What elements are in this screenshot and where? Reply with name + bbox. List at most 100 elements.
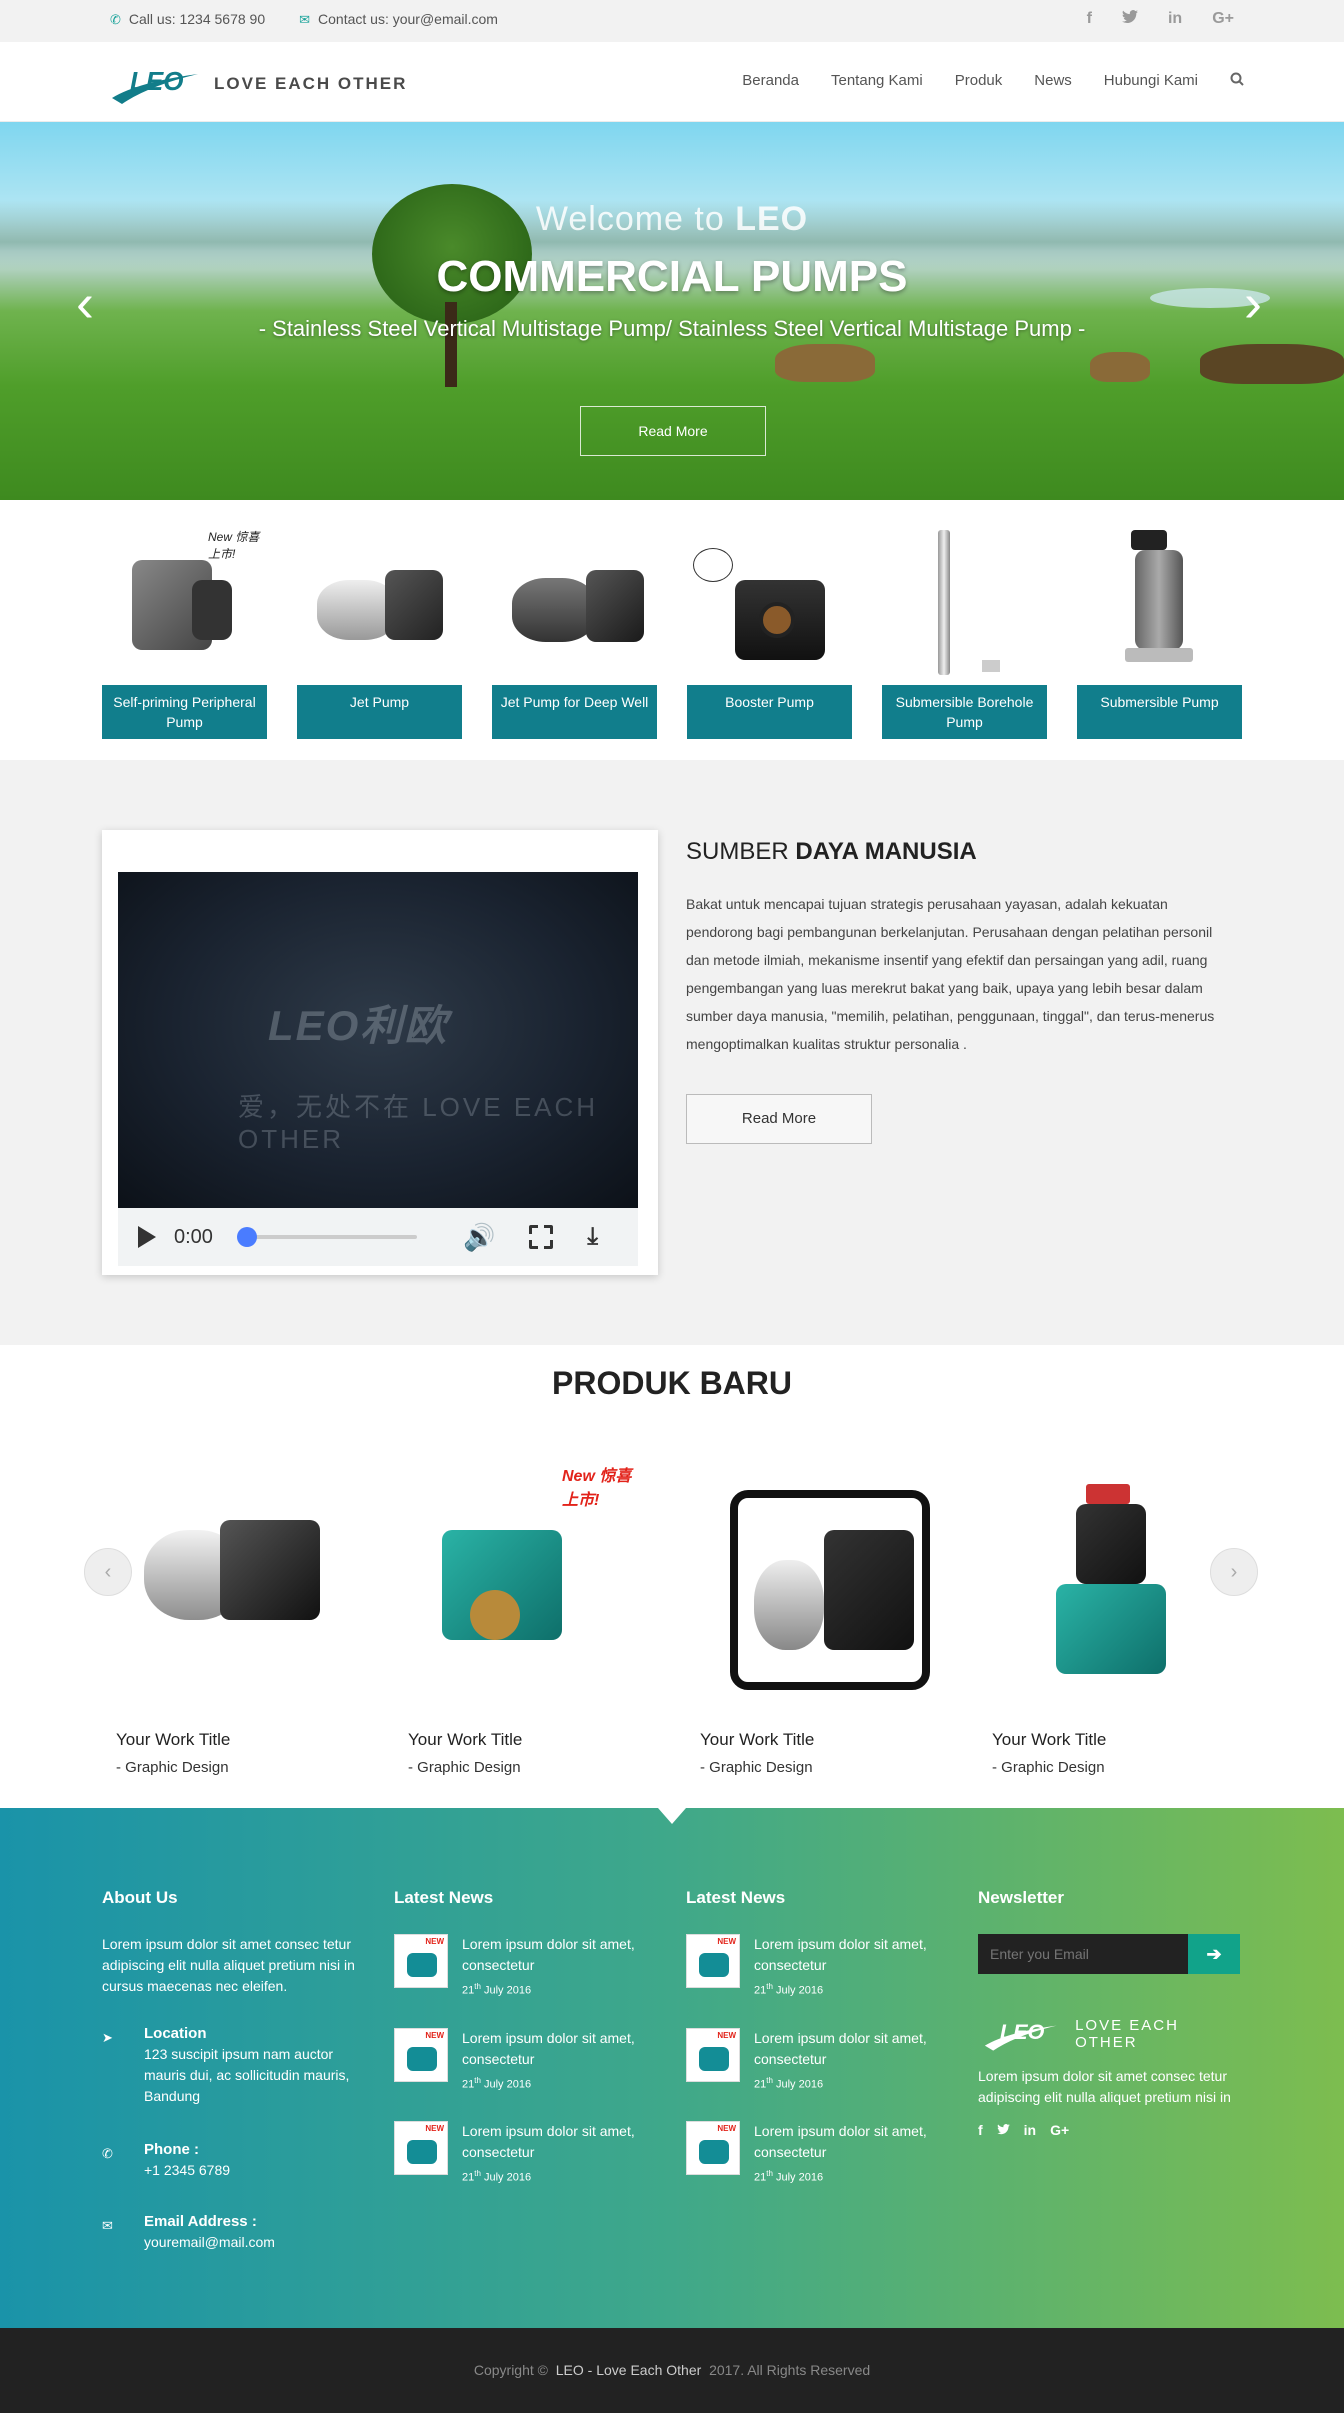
footer-about: About Us Lorem ipsum dolor sit amet cons…	[102, 1888, 355, 2250]
nav-item-news[interactable]: News	[1034, 72, 1072, 91]
news-thumbnail: NEW	[394, 2027, 448, 2082]
news-thumbnail: NEW	[394, 2121, 448, 2176]
copyright-brand-link[interactable]: LEO - Love Each Other	[556, 2362, 702, 2378]
new-badge: New 惊喜上市!	[562, 1468, 632, 1509]
nav-item-tentang-kami[interactable]: Tentang Kami	[831, 72, 923, 91]
phone-contact: ✆ Call us: 1234 5678 90	[110, 11, 266, 27]
envelope-icon: ✉	[299, 12, 311, 27]
hero-read-more-button[interactable]: Read More	[580, 406, 766, 456]
hr-read-more-button[interactable]: Read More	[686, 1094, 872, 1144]
nav-item-produk[interactable]: Produk	[955, 72, 1003, 91]
logo-tagline: LOVE EACH OTHER	[214, 74, 408, 93]
envelope-icon: ✉	[102, 2218, 113, 2233]
nav-item-beranda[interactable]: Beranda	[742, 72, 799, 91]
news-thumbnail: NEW	[394, 1934, 448, 1988]
hr-section-title: SUMBER DAYA MANUSIA	[686, 838, 977, 865]
hero-subline: - Stainless Steel Vertical Multistage Pu…	[258, 316, 1086, 341]
category-jet-pump[interactable]: Jet Pump	[297, 520, 462, 740]
newsletter-submit-arrow-icon[interactable]: ➔	[1188, 1934, 1240, 1974]
deep-well-jet-pump-image	[492, 520, 657, 680]
phone-icon: ✆	[102, 2146, 113, 2161]
nav-item-hubungi-kami[interactable]: Hubungi Kami	[1104, 72, 1198, 91]
hero-slider: Welcome to LEO COMMERCIAL PUMPS - Stainl…	[0, 122, 1344, 500]
leo-logo-mark: LEO	[984, 2019, 1057, 2051]
facebook-icon[interactable]: f	[978, 2122, 983, 2138]
news-item[interactable]: NEW Lorem ipsum dolor sit amet, consecte…	[686, 2121, 956, 2189]
category-submersible-borehole-pump[interactable]: Submersible Borehole Pump	[882, 520, 1047, 740]
product-image	[684, 1450, 930, 1700]
category-jet-pump-deep-well[interactable]: Jet Pump for Deep Well	[492, 520, 657, 740]
news-item[interactable]: NEW Lorem ipsum dolor sit amet, consecte…	[394, 2027, 664, 2096]
booster-pump-image	[687, 520, 852, 680]
google-plus-icon[interactable]: G+	[1212, 10, 1234, 29]
category-booster-pump[interactable]: Booster Pump	[687, 520, 852, 740]
hero-lion	[775, 344, 875, 382]
new-product-card[interactable]: Your Work Title - Graphic Design	[684, 1450, 930, 1776]
slider-prev-arrow-icon[interactable]: ‹	[76, 272, 94, 334]
carousel-next-icon[interactable]: ›	[1210, 1548, 1258, 1596]
new-badge: New 惊喜上市!	[208, 530, 260, 561]
hero-headline: COMMERCIAL PUMPS	[436, 252, 908, 301]
borehole-pump-image	[882, 520, 1047, 680]
new-product-card[interactable]: Your Work Title - Graphic Design	[100, 1450, 340, 1776]
video-progress-track[interactable]	[236, 1227, 417, 1247]
news-item[interactable]: NEW Lorem ipsum dolor sit amet, consecte…	[394, 2121, 664, 2189]
hr-section-body: Bakat untuk mencapai tujuan strategis pe…	[686, 896, 1215, 1052]
video-tagline: 爱，无处不在 LOVE EACH OTHER	[238, 1092, 599, 1154]
video-time: 0:00	[174, 1225, 213, 1248]
footer-notch	[658, 1808, 686, 1824]
play-icon[interactable]	[138, 1226, 156, 1248]
linkedin-icon[interactable]: in	[1168, 10, 1182, 29]
product-image	[976, 1450, 1216, 1700]
location-arrow-icon: ➤	[102, 2030, 113, 2045]
video-card: LEO利欧 爱，无处不在 LOVE EACH OTHER 0:00 🔊 ⤓	[102, 830, 658, 1275]
video-controls: 0:00 🔊 ⤓	[118, 1208, 638, 1266]
search-icon[interactable]	[1230, 72, 1244, 91]
leo-logo-mark: LEO	[108, 60, 204, 108]
svg-text:LEO: LEO	[1000, 2019, 1045, 2044]
new-product-card[interactable]: Your Work Title - Graphic Design	[976, 1450, 1216, 1776]
hero-antelope	[1090, 352, 1150, 382]
facebook-icon[interactable]: f	[1087, 10, 1092, 29]
news-item[interactable]: NEW Lorem ipsum dolor sit amet, consecte…	[394, 1934, 664, 2002]
hero-welcome: Welcome to LEO	[535, 200, 809, 238]
news-item[interactable]: NEW Lorem ipsum dolor sit amet, consecte…	[686, 1934, 956, 2002]
news-thumbnail: NEW	[686, 2121, 740, 2176]
newsletter-email-input[interactable]	[978, 1934, 1188, 1974]
email-contact[interactable]: ✉ Contact us: your@email.com	[299, 11, 498, 28]
news-thumbnail: NEW	[686, 1934, 740, 1988]
hero-herd	[1200, 344, 1344, 384]
new-product-card[interactable]: New 惊喜上市! Your Work Title - Graphic Desi…	[392, 1450, 632, 1776]
news-item[interactable]: NEW Lorem ipsum dolor sit amet, consecte…	[686, 2027, 956, 2096]
twitter-icon[interactable]	[996, 2122, 1010, 2138]
slider-next-arrow-icon[interactable]: ›	[1244, 272, 1262, 334]
fullscreen-icon[interactable]	[528, 1224, 555, 1250]
site-footer: About Us Lorem ipsum dolor sit amet cons…	[0, 1808, 1344, 2328]
footer-latest-news-2: Latest News NEW Lorem ipsum dolor sit am…	[686, 1888, 956, 2215]
footer-logo: LEO LOVE EACH OTHER	[978, 2014, 1242, 2054]
category-submersible-pump[interactable]: Submersible Pump	[1077, 520, 1242, 740]
download-icon[interactable]: ⤓	[587, 1223, 598, 1251]
svg-text:LEO: LEO	[130, 66, 183, 96]
footer-social-links: f in G+	[978, 2122, 1242, 2138]
footer-newsletter: Newsletter ➔ LEO LOVE EACH OTHER Lorem i…	[978, 1888, 1242, 2138]
footer-latest-news-1: Latest News NEW Lorem ipsum dolor sit am…	[394, 1888, 664, 2215]
hero-tree-trunk	[445, 302, 457, 387]
category-self-priming-peripheral-pump[interactable]: New 惊喜上市! Self-priming Peripheral Pump	[102, 520, 267, 740]
phone-icon: ✆	[110, 12, 121, 27]
linkedin-icon[interactable]: in	[1024, 2122, 1036, 2138]
product-categories: New 惊喜上市! Self-priming Peripheral Pump J…	[102, 520, 1242, 740]
product-image: New 惊喜上市!	[392, 1450, 632, 1700]
video-player[interactable]: LEO利欧 爱，无处不在 LOVE EACH OTHER	[118, 872, 638, 1208]
video-progress-knob[interactable]	[236, 1227, 257, 1247]
product-image	[100, 1450, 340, 1700]
volume-icon[interactable]: 🔊	[463, 1222, 495, 1253]
site-logo[interactable]: LEO LOVE EACH OTHER	[108, 60, 407, 108]
twitter-icon[interactable]	[1121, 10, 1138, 29]
jet-pump-image	[297, 520, 462, 680]
copyright-bar: Copyright © LEO - Love Each Other 2017. …	[0, 2328, 1344, 2413]
news-thumbnail: NEW	[686, 2027, 740, 2082]
self-priming-pump-image: New 惊喜上市!	[102, 520, 267, 680]
google-plus-icon[interactable]: G+	[1050, 2122, 1069, 2138]
human-resources-section: LEO利欧 爱，无处不在 LOVE EACH OTHER 0:00 🔊 ⤓ SU…	[0, 760, 1344, 1345]
